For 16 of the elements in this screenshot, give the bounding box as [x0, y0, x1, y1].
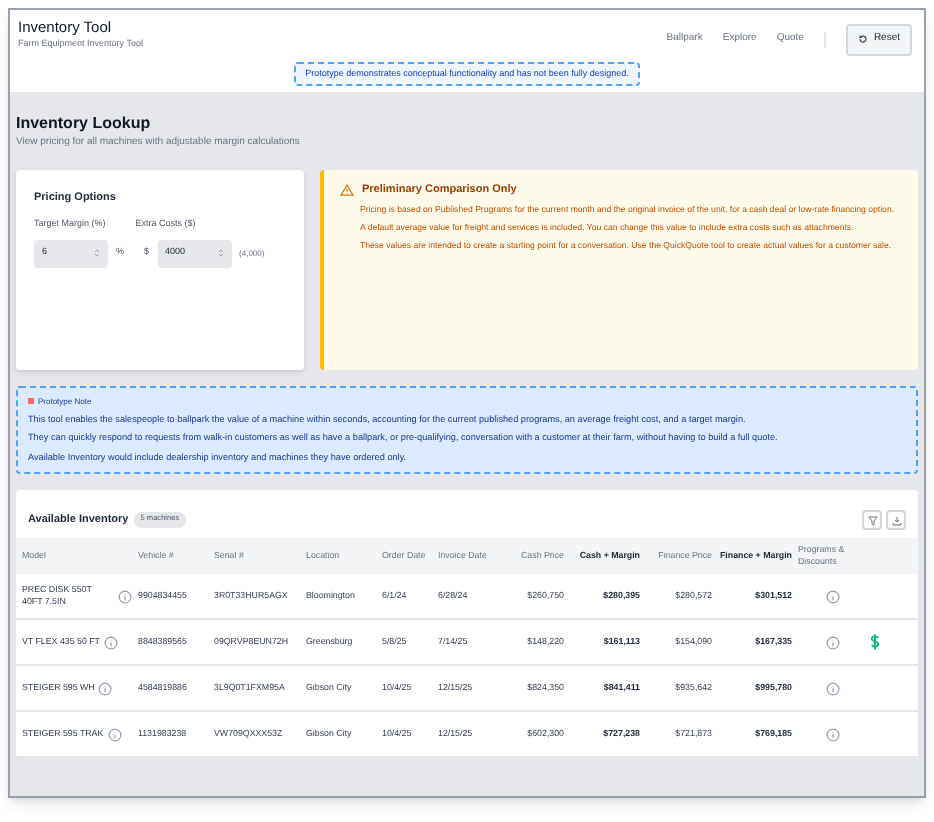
reset-icon — [857, 34, 868, 45]
info-icon[interactable] — [825, 635, 839, 650]
info-icon[interactable] — [107, 727, 122, 742]
page-title: Inventory Lookup — [16, 112, 153, 136]
info-icon[interactable] — [98, 681, 113, 696]
info-icon[interactable] — [825, 589, 839, 604]
download-icon — [891, 515, 901, 526]
info-icon[interactable] — [118, 589, 132, 604]
download-button[interactable] — [886, 510, 906, 531]
filter-button[interactable] — [862, 510, 882, 531]
info-icon[interactable] — [103, 635, 118, 650]
note-icon — [28, 398, 34, 405]
warning-icon — [340, 183, 354, 196]
filter-icon — [867, 515, 877, 526]
info-icon[interactable] — [825, 727, 839, 742]
info-icon[interactable] — [825, 681, 839, 696]
